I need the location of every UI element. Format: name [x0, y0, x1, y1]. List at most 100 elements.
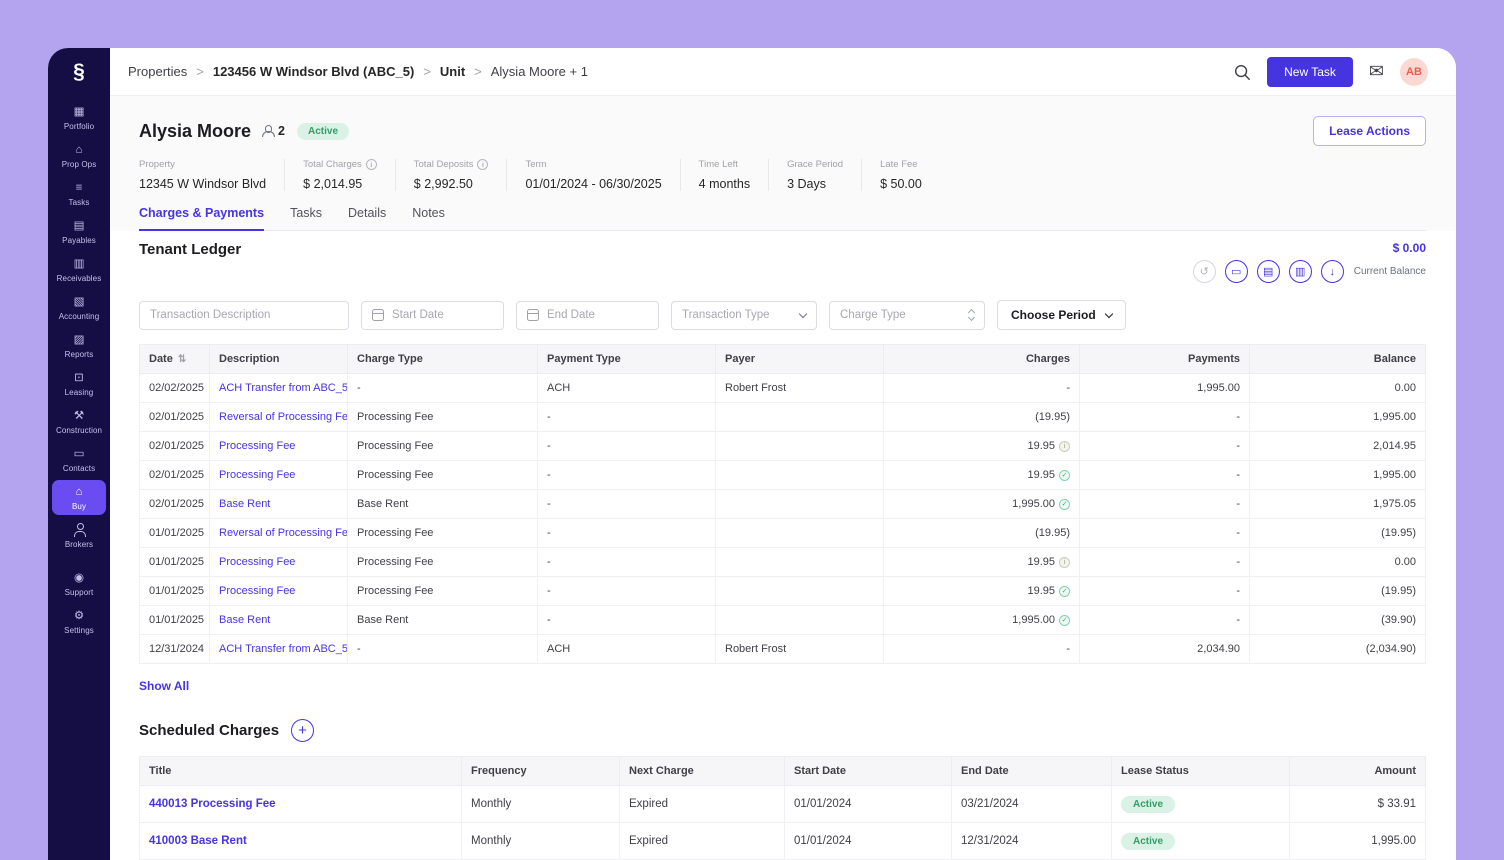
show-all-link[interactable]: Show All — [139, 679, 189, 693]
sidebar-item[interactable]: ▥ Receivables — [52, 252, 106, 287]
transaction-link[interactable]: Processing Fee — [210, 577, 348, 606]
col-date[interactable]: Date⇅ — [140, 345, 210, 374]
cell-payments: - — [1080, 548, 1250, 577]
sidebar-item[interactable]: Brokers — [52, 518, 106, 553]
col-description: Description — [210, 345, 348, 374]
charge-type-select[interactable]: Charge Type — [829, 301, 985, 330]
sidebar-item-label: Construction — [56, 426, 102, 435]
transaction-link[interactable]: Processing Fee — [210, 461, 348, 490]
cell-charge-type: Processing Fee — [348, 519, 538, 548]
cell-date: 02/01/2025 — [140, 432, 210, 461]
cell-amount: $ 33.91 — [1290, 786, 1426, 823]
breadcrumb-item[interactable]: Unit — [414, 64, 465, 79]
sidebar-item[interactable]: ◉ Support — [52, 566, 106, 601]
breadcrumb-item[interactable]: Properties — [128, 64, 187, 79]
charge-status-icon[interactable] — [1059, 499, 1070, 510]
lease-actions-button[interactable]: Lease Actions — [1313, 116, 1426, 146]
cell-date: 02/01/2025 — [140, 490, 210, 519]
cell-charges: 19.95 — [884, 577, 1080, 606]
receipt-icon[interactable]: ▤ — [1257, 260, 1280, 283]
stat-label: Grace Period — [787, 159, 843, 170]
cell-payer — [716, 606, 884, 635]
cell-start-date: 01/01/2024 — [785, 786, 952, 823]
download-icon[interactable]: ↓ — [1321, 260, 1344, 283]
scheduled-charge-link[interactable]: 440013 Processing Fee — [140, 786, 462, 823]
cell-balance: 1,995.00 — [1250, 461, 1426, 490]
cell-balance: (19.95) — [1250, 577, 1426, 606]
occupants[interactable]: 2 — [261, 124, 285, 138]
transaction-description-input[interactable] — [139, 301, 349, 330]
brokers-icon — [73, 523, 86, 537]
sidebar-item[interactable]: ⌂ Buy — [52, 480, 106, 515]
scheduled-row: 410003 Base Rent Monthly Expired 01/01/2… — [140, 823, 1426, 860]
col-amount: Amount — [1290, 757, 1426, 786]
search-icon[interactable] — [1233, 63, 1251, 81]
transaction-link[interactable]: Processing Fee — [210, 548, 348, 577]
tab[interactable]: Notes — [412, 206, 445, 231]
start-date-input[interactable] — [361, 301, 504, 330]
transaction-link[interactable]: Base Rent — [210, 606, 348, 635]
start-date-field[interactable] — [392, 309, 493, 321]
mail-icon[interactable]: ✉ — [1369, 61, 1384, 82]
lease-stat: Total Charges $ 2,014.95 — [284, 159, 395, 191]
cell-payer — [716, 461, 884, 490]
cell-payer — [716, 490, 884, 519]
leasing-icon: ⊡ — [73, 371, 86, 385]
transaction-link[interactable]: ACH Transfer from ABC_5 — [210, 635, 348, 664]
cell-payments: - — [1080, 432, 1250, 461]
lease-stat: Property 12345 W Windsor Blvd — [139, 159, 284, 191]
tasks-icon: ≡ — [73, 181, 86, 195]
tenant-ledger-table: Date⇅ Description Charge Type Payment Ty… — [139, 344, 1426, 664]
stat-value: 12345 W Windsor Blvd — [139, 177, 266, 191]
cell-amount: 1,995.00 — [1290, 823, 1426, 860]
add-scheduled-charge-button[interactable]: + — [291, 719, 314, 742]
transaction-link[interactable]: ACH Transfer from ABC_5 — [210, 374, 348, 403]
charge-status-icon[interactable] — [1059, 441, 1070, 452]
end-date-input[interactable] — [516, 301, 659, 330]
sidebar-item[interactable]: ≡ Tasks — [52, 176, 106, 211]
cell-payment-type: - — [538, 548, 716, 577]
choose-period-dropdown[interactable]: Choose Period — [997, 300, 1126, 330]
sidebar-item[interactable]: ⚒ Construction — [52, 404, 106, 439]
sidebar-item[interactable]: ⌂ Prop Ops — [52, 138, 106, 173]
cell-balance: (39.90) — [1250, 606, 1426, 635]
sidebar-item[interactable]: ▭ Contacts — [52, 442, 106, 477]
payment-icon[interactable]: ▭ — [1225, 260, 1248, 283]
tab[interactable]: Charges & Payments — [139, 206, 264, 231]
cell-charges: 19.95 — [884, 548, 1080, 577]
undo-icon[interactable]: ↺ — [1193, 260, 1216, 283]
transaction-link[interactable]: Reversal of Processing Fee — [210, 403, 348, 432]
buy-icon: ⌂ — [73, 485, 86, 499]
breadcrumb-item[interactable]: Alysia Moore + 1 — [465, 64, 588, 79]
charge-status-icon[interactable] — [1059, 615, 1070, 626]
statement-icon[interactable]: ▥ — [1289, 260, 1312, 283]
tab[interactable]: Details — [348, 206, 386, 231]
sidebar-item[interactable]: ▤ Payables — [52, 214, 106, 249]
transaction-link[interactable]: Reversal of Processing Fee — [210, 519, 348, 548]
info-icon[interactable] — [366, 159, 377, 170]
app-logo[interactable]: § — [48, 48, 110, 96]
cell-payer: Robert Frost — [716, 635, 884, 664]
transaction-type-select[interactable]: Transaction Type — [671, 301, 817, 330]
tab[interactable]: Tasks — [290, 206, 322, 231]
cell-charges: 1,995.00 — [884, 490, 1080, 519]
sort-icon[interactable]: ⇅ — [178, 354, 186, 365]
chevron-down-icon — [799, 309, 807, 317]
transaction-link[interactable]: Processing Fee — [210, 432, 348, 461]
sidebar-item[interactable]: ▦ Portfolio — [52, 100, 106, 135]
info-icon[interactable] — [477, 159, 488, 170]
sidebar-item[interactable]: ⚙ Settings — [52, 604, 106, 639]
charge-status-icon[interactable] — [1059, 586, 1070, 597]
sidebar-item[interactable]: ⊡ Leasing — [52, 366, 106, 401]
charge-status-icon[interactable] — [1059, 557, 1070, 568]
transaction-link[interactable]: Base Rent — [210, 490, 348, 519]
breadcrumb-item[interactable]: 123456 W Windsor Blvd (ABC_5) — [187, 64, 414, 79]
new-task-button[interactable]: New Task — [1267, 57, 1353, 87]
scheduled-charge-link[interactable]: 410003 Base Rent — [140, 823, 462, 860]
sidebar-item[interactable]: ▨ Reports — [52, 328, 106, 363]
end-date-field[interactable] — [547, 309, 648, 321]
charge-status-icon[interactable] — [1059, 470, 1070, 481]
cell-payer — [716, 403, 884, 432]
avatar[interactable]: AB — [1400, 58, 1428, 86]
sidebar-item[interactable]: ▧ Accounting — [52, 290, 106, 325]
